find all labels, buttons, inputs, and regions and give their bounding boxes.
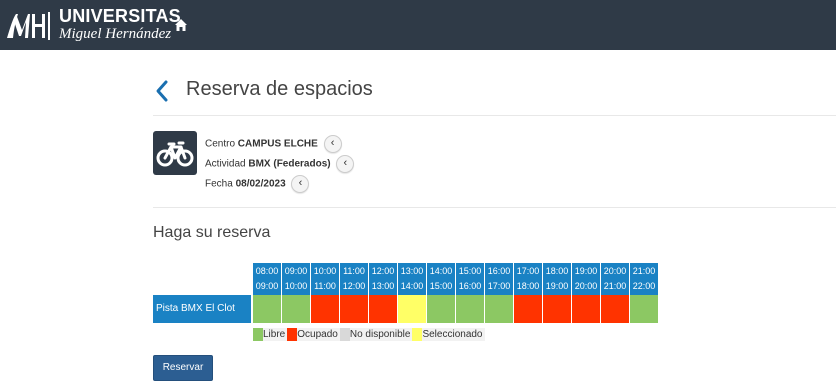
- change-centro-button[interactable]: ‹: [323, 135, 342, 153]
- time-slot-start: 13:00: [400, 266, 424, 276]
- bicycle-icon: [156, 141, 194, 167]
- time-slot-start: 10:00: [313, 266, 337, 276]
- time-slot-header: 15:00 16:00: [456, 263, 485, 295]
- legend-swatch-libre: [253, 328, 263, 341]
- legend-label: Seleccionado: [422, 329, 483, 340]
- time-slot-header: 10:00 11:00: [311, 263, 340, 295]
- legend-label: Ocupado: [297, 329, 338, 340]
- time-slot-ocupado[interactable]: [311, 295, 340, 323]
- time-slot-header: 17:00 18:00: [514, 263, 543, 295]
- time-slot-end: 19:00: [545, 281, 569, 291]
- time-slot-ocupado[interactable]: [601, 295, 630, 323]
- time-slot-libre[interactable]: [456, 295, 485, 323]
- time-slot-header: 14:00 15:00: [427, 263, 456, 295]
- time-slot-header: 21:00 22:00: [630, 263, 659, 295]
- time-slot-end: 22:00: [632, 281, 656, 291]
- divider: [153, 207, 836, 208]
- time-slot-end: 12:00: [342, 281, 366, 291]
- time-slot-header: 11:00 12:00: [340, 263, 369, 295]
- time-slot-header: 09:00 10:00: [282, 263, 311, 295]
- time-slot-start: 19:00: [574, 266, 598, 276]
- fecha-value: 08/02/2023: [235, 178, 286, 190]
- time-slot-header: 16:00 17:00: [485, 263, 514, 295]
- time-slot-header: 19:00 20:00: [572, 263, 601, 295]
- divider: [153, 115, 836, 116]
- legend-swatch-no-disponible: [339, 328, 350, 341]
- time-slot-end: 17:00: [487, 281, 511, 291]
- change-actividad-button[interactable]: ‹: [336, 155, 355, 173]
- time-slot-start: 16:00: [487, 266, 511, 276]
- info-centro: Centro CAMPUS ELCHE ‹: [205, 135, 342, 153]
- time-slot-start: 08:00: [255, 266, 279, 276]
- fecha-label: Fecha: [205, 178, 233, 190]
- time-slot-end: 15:00: [429, 281, 453, 291]
- university-logo[interactable]: UNIVERSITAS Miguel Hernández: [0, 4, 200, 44]
- time-slot-start: 09:00: [284, 266, 308, 276]
- time-slot-start: 15:00: [458, 266, 482, 276]
- time-slot-start: 21:00: [632, 266, 656, 276]
- legend-swatch-seleccionado: [412, 328, 423, 341]
- time-slots-header: 08:00 09:00 09:00 10:00 10:00 11:00 11:00 12:00…: [253, 263, 659, 295]
- centro-label: Centro: [205, 138, 236, 150]
- legend: Libre Ocupado No disponible Seleccionado: [253, 328, 485, 341]
- facility-row-label: Pista BMX El Clot: [153, 295, 251, 323]
- time-slot-header: 13:00 14:00: [398, 263, 427, 295]
- legend-label: Libre: [263, 329, 286, 340]
- change-fecha-button[interactable]: ‹: [291, 175, 310, 193]
- time-slot-start: 12:00: [371, 266, 395, 276]
- time-slot-start: 14:00: [429, 266, 453, 276]
- actividad-value: BMX (Federados): [248, 158, 331, 170]
- time-slot-start: 20:00: [603, 266, 627, 276]
- time-slot-ocupado[interactable]: [369, 295, 398, 323]
- time-slot-libre[interactable]: [630, 295, 659, 323]
- reserve-button[interactable]: Reservar: [153, 355, 213, 381]
- time-slot-libre[interactable]: [427, 295, 456, 323]
- time-slots-row: [253, 295, 659, 323]
- legend-label: No disponible: [349, 329, 411, 340]
- time-slot-header: 18:00 19:00: [543, 263, 572, 295]
- time-slot-start: 11:00: [343, 266, 365, 276]
- home-icon[interactable]: [174, 18, 188, 32]
- time-slot-start: 18:00: [545, 266, 569, 276]
- actividad-label: Actividad: [205, 158, 246, 170]
- centro-value: CAMPUS ELCHE: [237, 138, 318, 150]
- time-slot-end: 16:00: [458, 281, 482, 291]
- time-slot-libre[interactable]: [485, 295, 514, 323]
- time-slot-header: 20:00 21:00: [601, 263, 630, 295]
- legend-swatch-ocupado: [287, 328, 298, 341]
- time-slot-start: 17:00: [516, 266, 540, 276]
- time-slot-end: 11:00: [314, 281, 336, 291]
- info-actividad: Actividad BMX (Federados) ‹: [205, 155, 355, 173]
- time-slot-ocupado[interactable]: [514, 295, 543, 323]
- time-slot-end: 09:00: [255, 281, 279, 291]
- time-slot-ocupado[interactable]: [543, 295, 572, 323]
- time-slot-libre[interactable]: [282, 295, 311, 323]
- time-slot-end: 18:00: [516, 281, 540, 291]
- time-slot-ocupado[interactable]: [340, 295, 369, 323]
- top-navbar: UNIVERSITAS Miguel Hernández: [0, 0, 836, 50]
- time-slot-end: 13:00: [371, 281, 395, 291]
- time-slot-header: 12:00 13:00: [369, 263, 398, 295]
- logo-subtitle: Miguel Hernández: [59, 26, 172, 42]
- page-title: Reserva de espacios: [186, 78, 373, 100]
- time-slot-end: 14:00: [400, 281, 424, 291]
- time-slot-end: 10:00: [284, 281, 308, 291]
- time-slot-seleccionado[interactable]: [398, 295, 427, 323]
- time-slot-ocupado[interactable]: [572, 295, 601, 323]
- time-slot-libre[interactable]: [253, 295, 282, 323]
- logo-title: UNIVERSITAS: [59, 6, 181, 26]
- logo-mark-icon: [7, 12, 50, 40]
- time-slot-end: 21:00: [603, 281, 627, 291]
- time-slot-end: 20:00: [574, 281, 598, 291]
- time-slot-header: 08:00 09:00: [253, 263, 282, 295]
- booking-section-title: Haga su reserva: [153, 224, 271, 241]
- activity-icon-box: [153, 131, 197, 175]
- info-fecha: Fecha 08/02/2023 ‹: [205, 175, 310, 193]
